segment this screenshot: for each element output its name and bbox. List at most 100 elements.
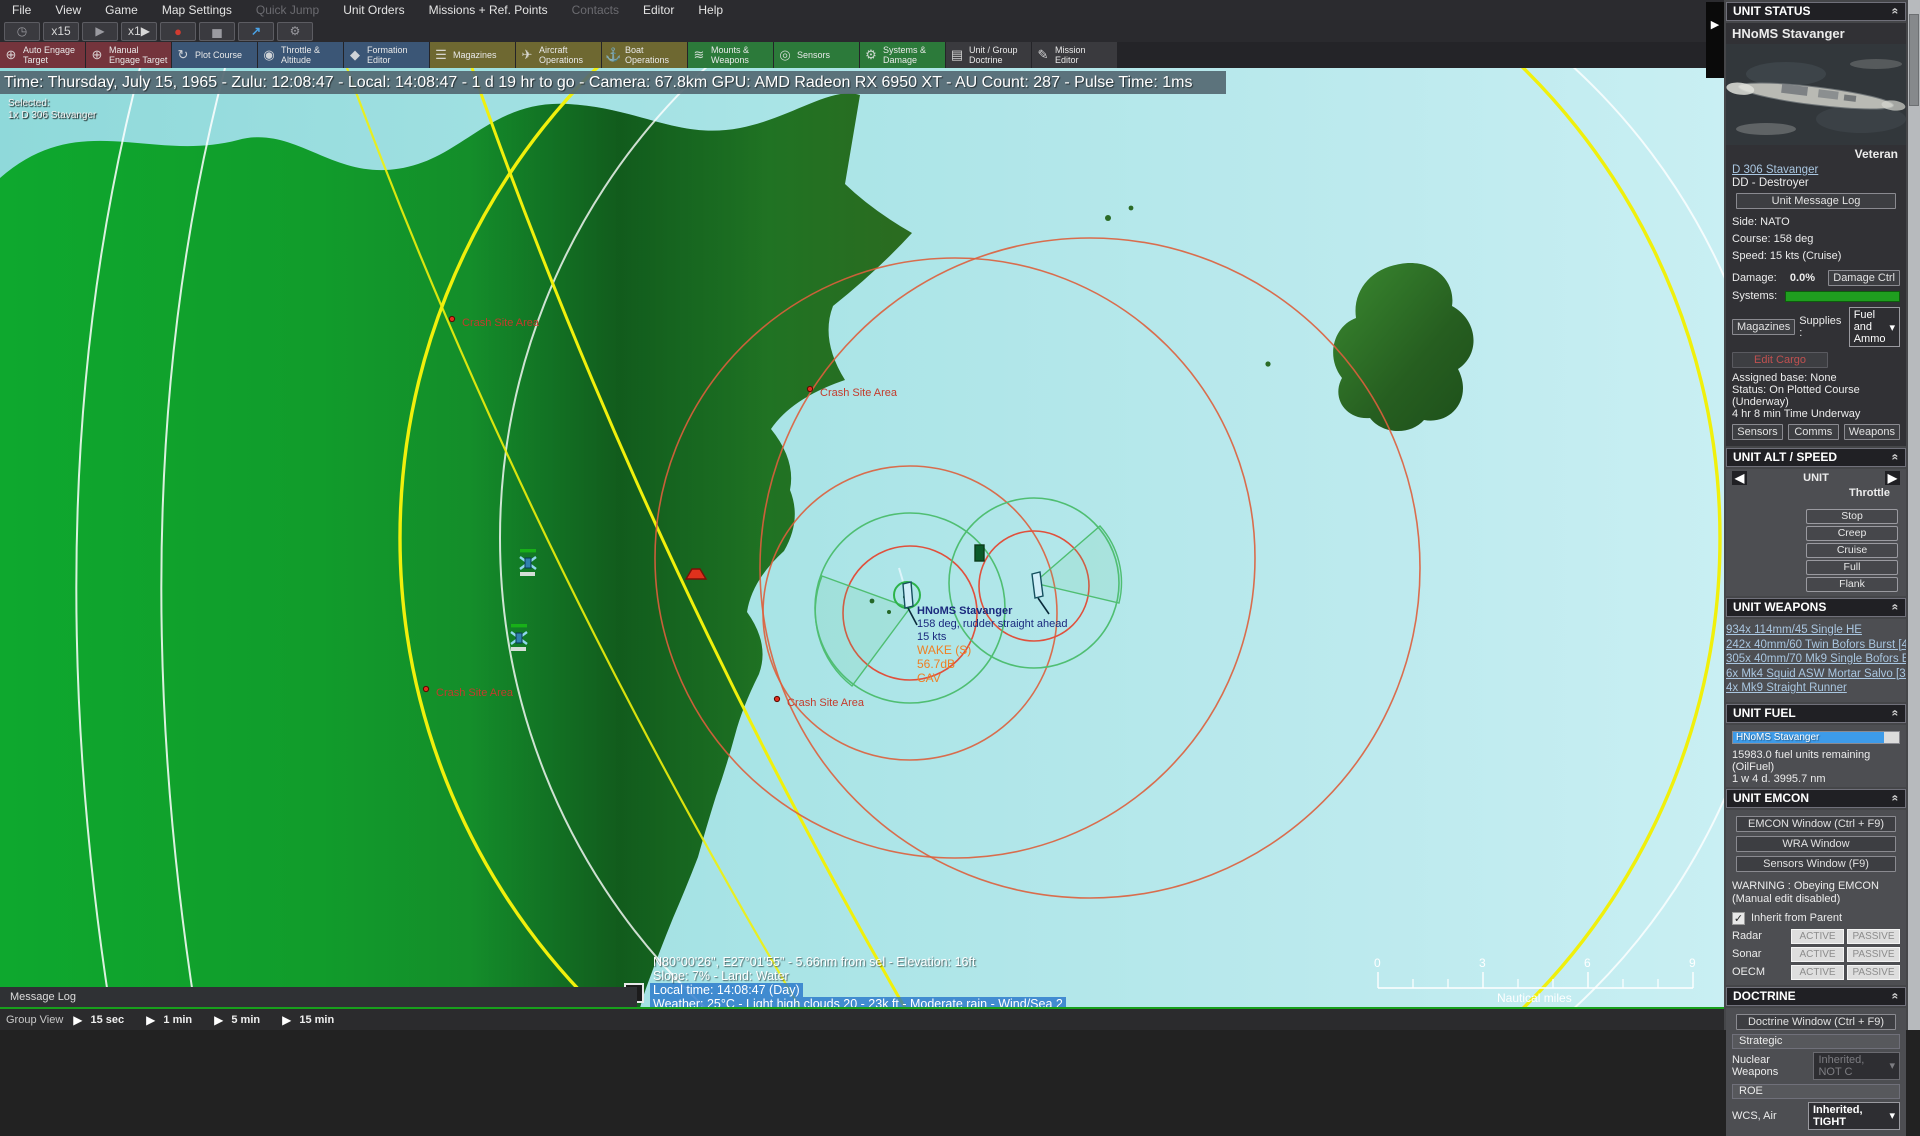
- svg-text:Crash Site Area: Crash Site Area: [462, 317, 540, 329]
- wcs-air-label: WCS, Air: [1732, 1110, 1777, 1122]
- radar-active-button[interactable]: ACTIVE: [1791, 929, 1844, 944]
- step-sim-button[interactable]: x1▶: [121, 22, 157, 41]
- throttle-flank-button[interactable]: Flank: [1806, 577, 1898, 592]
- crash-site-marker[interactable]: Crash Site Area: [423, 686, 514, 699]
- unit-course: Course: 158 deg: [1732, 230, 1900, 247]
- unit-database-link[interactable]: D 306 Stavanger: [1732, 164, 1818, 176]
- svg-text:Crash Site Area: Crash Site Area: [436, 687, 514, 699]
- time-step-15sec[interactable]: ▶15 sec: [73, 1013, 124, 1027]
- crash-site-marker[interactable]: Crash Site Area: [449, 316, 540, 329]
- inherit-from-parent-checkbox[interactable]: ✓ Inherit from Parent: [1732, 912, 1900, 925]
- emcon-window-button[interactable]: EMCON Window (Ctrl + F9): [1736, 816, 1896, 832]
- formation-editor-button[interactable]: ◆FormationEditor: [344, 42, 429, 68]
- sensors-button[interactable]: ◎Sensors: [774, 42, 859, 68]
- wra-window-button[interactable]: WRA Window: [1736, 836, 1896, 852]
- collapse-icon: «: [1889, 709, 1903, 716]
- time-step-1min[interactable]: ▶1 min: [146, 1013, 192, 1027]
- arrow-icon: ↗: [251, 24, 261, 38]
- throttle-cruise-button[interactable]: Cruise: [1806, 543, 1898, 558]
- menu-editor[interactable]: Editor: [631, 0, 686, 20]
- weapon-link[interactable]: 305x 40mm/70 Mk9 Single Bofors Burst [4 …: [1726, 652, 1906, 667]
- throttle-altitude-button[interactable]: ◉Throttle &Altitude: [258, 42, 343, 68]
- wcs-air-select[interactable]: Inherited, TIGHT▾: [1808, 1102, 1900, 1130]
- unit-fuel-header[interactable]: UNIT FUEL«: [1726, 704, 1906, 723]
- scrollbar-thumb[interactable]: [1909, 14, 1919, 106]
- radar-passive-button[interactable]: PASSIVE: [1847, 929, 1900, 944]
- throttle-creep-button[interactable]: Creep: [1806, 526, 1898, 541]
- menu-game[interactable]: Game: [93, 0, 150, 20]
- time-step-15min[interactable]: ▶15 min: [282, 1013, 334, 1027]
- comms-button[interactable]: Comms: [1788, 424, 1839, 440]
- run-sim-button[interactable]: ▶: [82, 22, 118, 41]
- chevron-down-icon: ▾: [1889, 1109, 1895, 1122]
- gauge-icon: ◉: [261, 50, 277, 60]
- settings-button[interactable]: ⚙: [277, 22, 313, 41]
- time-step-5min[interactable]: ▶5 min: [214, 1013, 260, 1027]
- mounts-weapons-button[interactable]: ≋Mounts &Weapons: [688, 42, 773, 68]
- magazines-button[interactable]: ☰Magazines: [430, 42, 515, 68]
- menu-help[interactable]: Help: [686, 0, 735, 20]
- boat-operations-button[interactable]: ⚓BoatOperations: [602, 42, 687, 68]
- group-view-toggle[interactable]: Group View: [0, 1014, 73, 1026]
- aircraft-operations-button[interactable]: ✈AircraftOperations: [516, 42, 601, 68]
- magazines-button[interactable]: Magazines: [1732, 319, 1795, 335]
- sidebar-scrollbar[interactable]: [1908, 0, 1920, 1030]
- plot-course-button[interactable]: ↻Plot Course: [172, 42, 257, 68]
- crosshair-icon: ⊕: [3, 50, 19, 60]
- unit-status-header[interactable]: UNIT STATUS«: [1726, 2, 1906, 21]
- systems-damage-button[interactable]: ⚙Systems &Damage: [860, 42, 945, 68]
- weapon-link[interactable]: 6x Mk4 Squid ASW Mortar Salvo [3 rnds]: [1726, 667, 1906, 682]
- weapons-button[interactable]: Weapons: [1844, 424, 1900, 440]
- unit-emcon-header[interactable]: UNIT EMCON«: [1726, 789, 1906, 808]
- record-button[interactable]: ●: [160, 22, 196, 41]
- damage-label: Damage:: [1732, 272, 1777, 284]
- crash-site-marker[interactable]: Crash Site Area: [807, 386, 898, 399]
- next-unit-arrow[interactable]: ▶: [1885, 471, 1900, 485]
- doctrine-window-button[interactable]: Doctrine Window (Ctrl + F9): [1736, 1014, 1896, 1030]
- map-canvas[interactable]: Crash Site Area Crash Site Area Crash Si…: [0, 68, 1724, 1008]
- order-toolbar: ⊕Auto EngageTarget ⊕ManualEngage Target …: [0, 42, 1724, 68]
- fuel-gauge: HNoMS Stavanger: [1732, 731, 1900, 744]
- unit-alt-speed-header[interactable]: UNIT ALT / SPEED«: [1726, 448, 1906, 467]
- collapse-icon: «: [1889, 604, 1903, 611]
- crash-site-marker[interactable]: Crash Site Area: [774, 696, 865, 709]
- doctrine-header[interactable]: DOCTRINE«: [1726, 987, 1906, 1006]
- sensors-window-button[interactable]: Sensors Window (F9): [1736, 856, 1896, 872]
- unit-message-log-button[interactable]: Unit Message Log: [1736, 193, 1896, 209]
- menu-map-settings[interactable]: Map Settings: [150, 0, 244, 20]
- auto-engage-target-button[interactable]: ⊕Auto EngageTarget: [0, 42, 85, 68]
- throttle-full-button[interactable]: Full: [1806, 560, 1898, 575]
- unit-weapons-header[interactable]: UNIT WEAPONS«: [1726, 598, 1906, 617]
- menu-view[interactable]: View: [43, 0, 93, 20]
- menu-missions-ref-points[interactable]: Missions + Ref. Points: [417, 0, 560, 20]
- sidebar-collapse-handle[interactable]: ▶: [1706, 2, 1724, 78]
- time-compression-value[interactable]: x15: [43, 22, 79, 41]
- weapon-link[interactable]: 4x Mk9 Straight Runner: [1726, 681, 1906, 696]
- supplies-select[interactable]: Fuel and Ammo▾: [1849, 307, 1900, 347]
- sensors-button[interactable]: Sensors: [1732, 424, 1783, 440]
- menu-unit-orders[interactable]: Unit Orders: [331, 0, 416, 20]
- jump-button[interactable]: ↗: [238, 22, 274, 41]
- svg-text:56.7dB: 56.7dB: [917, 657, 955, 671]
- oecm-passive-button[interactable]: PASSIVE: [1847, 965, 1900, 980]
- surface-contact-icon[interactable]: [975, 545, 984, 561]
- mission-editor-button[interactable]: ✎MissionEditor: [1032, 42, 1117, 68]
- throttle-stop-button[interactable]: Stop: [1806, 509, 1898, 524]
- message-log-bar[interactable]: Message Log: [0, 987, 637, 1007]
- sonar-active-button[interactable]: ACTIVE: [1791, 947, 1844, 962]
- oecm-active-button[interactable]: ACTIVE: [1791, 965, 1844, 980]
- menu-file[interactable]: File: [0, 0, 43, 20]
- sim-clock-button[interactable]: ◷: [4, 22, 40, 41]
- weapon-link[interactable]: 242x 40mm/60 Twin Bofors Burst [4 rnds]: [1726, 638, 1906, 653]
- svg-text:15 kts: 15 kts: [917, 631, 947, 643]
- edit-cargo-button[interactable]: Edit Cargo: [1732, 352, 1828, 368]
- capture-button[interactable]: ▅: [199, 22, 235, 41]
- sonar-passive-button[interactable]: PASSIVE: [1847, 947, 1900, 962]
- prev-unit-arrow[interactable]: ◀: [1732, 471, 1747, 485]
- play-icon: ▶: [73, 1013, 82, 1027]
- damage-ctrl-button[interactable]: Damage Ctrl: [1828, 270, 1900, 286]
- weapon-link[interactable]: 934x 114mm/45 Single HE: [1726, 623, 1906, 638]
- unit-group-doctrine-button[interactable]: ▤Unit / GroupDoctrine: [946, 42, 1031, 68]
- course-icon: ↻: [175, 50, 191, 60]
- manual-engage-target-button[interactable]: ⊕ManualEngage Target: [86, 42, 171, 68]
